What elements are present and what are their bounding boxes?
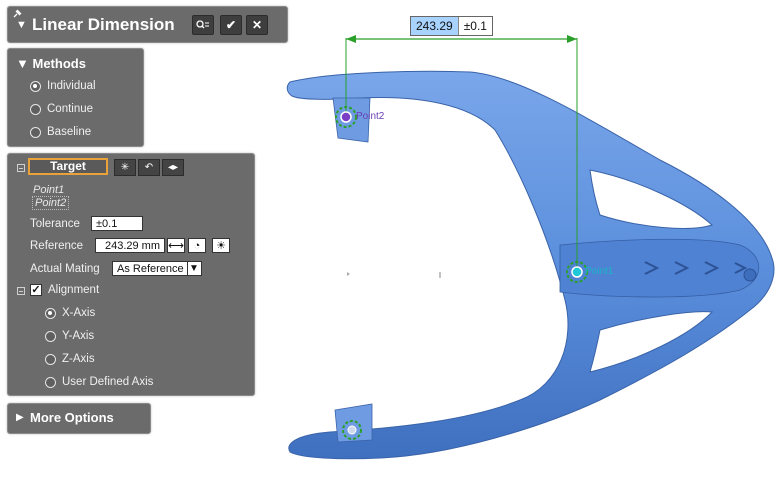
- methods-section: ▼ Methods Individual Continue Baseline: [7, 48, 144, 147]
- radio-button[interactable]: [45, 353, 56, 365]
- reference-label: Reference: [30, 240, 84, 252]
- actual-mating-label: Actual Mating: [30, 263, 100, 275]
- more-options-section[interactable]: ▶ More Options: [7, 403, 151, 434]
- point2-label: Point2: [356, 111, 385, 122]
- ok-button[interactable]: ✔: [220, 15, 242, 35]
- radio-button[interactable]: [45, 376, 56, 388]
- part-model[interactable]: [286, 70, 775, 460]
- alignment-checkbox[interactable]: ✓: [30, 284, 42, 296]
- dialog-title: Linear Dimension: [32, 15, 175, 34]
- reset-button[interactable]: ◔: [188, 238, 206, 253]
- sparkle-icon: ✳: [120, 162, 130, 173]
- radio-button[interactable]: [30, 126, 41, 138]
- dimension-value: 243.29: [411, 17, 459, 35]
- axis-user-defined[interactable]: User Defined Axis: [45, 376, 153, 388]
- preview-icon: [196, 20, 209, 29]
- alignment-label: Alignment: [48, 284, 100, 296]
- undo-button[interactable]: ↶: [138, 159, 160, 176]
- collapse-minus-icon[interactable]: [17, 164, 25, 172]
- close-icon: ✕: [251, 18, 263, 32]
- tolerance-label: Tolerance: [30, 218, 80, 230]
- methods-header[interactable]: ▼ Methods: [16, 56, 86, 71]
- measure-distance-button[interactable]: ⟷: [167, 238, 185, 253]
- axis-z[interactable]: Z-Axis: [45, 353, 95, 365]
- pin-icon[interactable]: [12, 9, 22, 19]
- checkmark-icon: ✔: [225, 18, 237, 32]
- more-options-label: More Options: [30, 410, 114, 425]
- method-baseline[interactable]: Baseline: [30, 126, 91, 138]
- actual-mating-select[interactable]: As Reference ▼: [112, 261, 202, 276]
- target-point1[interactable]: Point1: [33, 184, 64, 196]
- dimension-value-box[interactable]: 243.29 ±0.1: [410, 16, 493, 36]
- flip-button[interactable]: ◂▸: [162, 159, 184, 176]
- target-section: Target ✳ ↶ ◂▸ Point1 Point2 Tolerance ±0…: [7, 153, 255, 396]
- undo-icon: ↶: [144, 162, 154, 173]
- axis-y[interactable]: Y-Axis: [45, 330, 94, 342]
- refresh-icon: ◔: [193, 239, 201, 252]
- preview-button[interactable]: [192, 15, 214, 35]
- flip-arrows-icon: ◂▸: [167, 162, 179, 173]
- target-point2[interactable]: Point2: [32, 196, 70, 210]
- cancel-button[interactable]: ✕: [246, 15, 268, 35]
- dimension-tolerance: ±0.1: [463, 19, 487, 33]
- tolerance-field[interactable]: ±0.1: [91, 216, 143, 231]
- collapse-minus-icon[interactable]: [17, 287, 25, 295]
- distance-icon: ⟷: [168, 240, 184, 252]
- radio-button[interactable]: [45, 330, 56, 342]
- reference-field[interactable]: 243.29 mm: [95, 238, 165, 253]
- axis-x[interactable]: X-Axis: [45, 307, 95, 319]
- auto-select-button[interactable]: ✳: [114, 159, 136, 176]
- radio-button[interactable]: [30, 103, 41, 115]
- sun-icon: ☀: [216, 240, 226, 252]
- highlight-button[interactable]: ☀: [212, 238, 230, 253]
- target-button[interactable]: Target: [28, 158, 108, 175]
- method-individual[interactable]: Individual: [30, 80, 96, 92]
- expand-triangle-icon: ▶: [16, 412, 24, 423]
- method-continue[interactable]: Continue: [30, 103, 93, 115]
- collapse-triangle-icon: ▼: [16, 56, 33, 71]
- collapse-triangle-icon[interactable]: ▼: [16, 19, 27, 31]
- dialog-title-bar: ▼ Linear Dimension ✔ ✕: [7, 6, 288, 43]
- point1-label: Point1: [585, 266, 614, 277]
- chevron-down-icon: ▼: [187, 262, 200, 275]
- radio-button[interactable]: [45, 307, 56, 319]
- radio-button[interactable]: [30, 80, 41, 92]
